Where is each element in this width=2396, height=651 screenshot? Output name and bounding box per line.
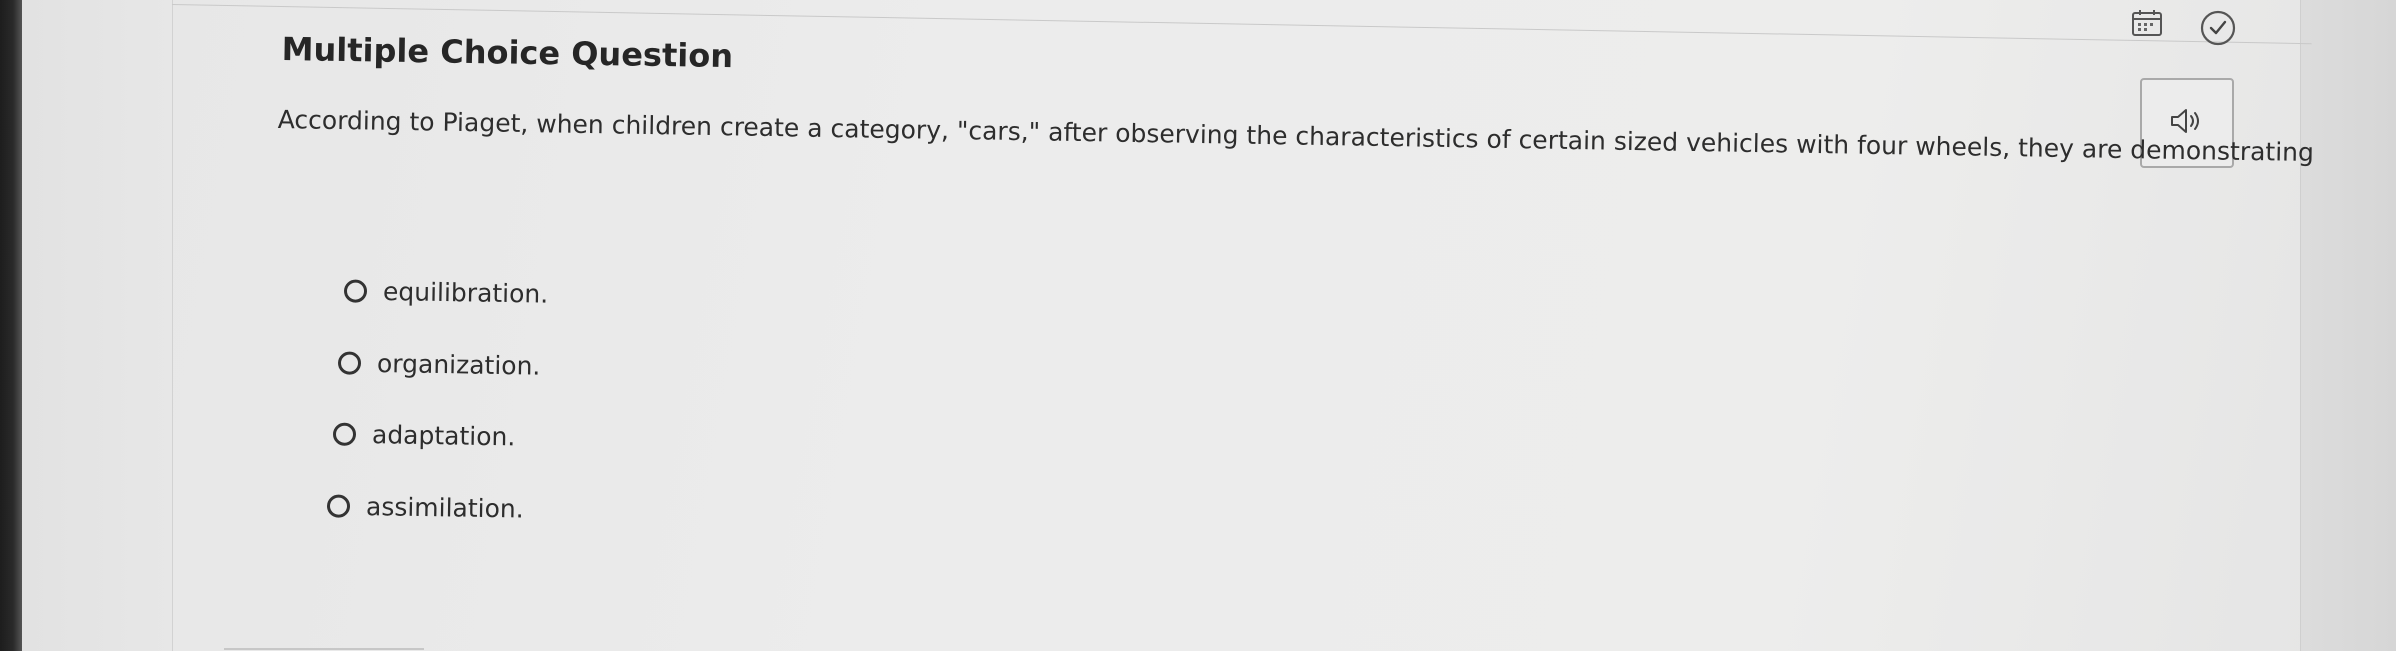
calendar-icon[interactable] [2127,6,2167,40]
question-type-title: Multiple Choice Question [281,30,734,76]
question-prompt: According to Piaget, when children creat… [277,105,2315,168]
radio-button[interactable] [332,422,357,446]
option-label: organization. [376,349,541,381]
footer-divider [224,648,424,650]
option-label: assimilation. [365,492,524,524]
option-label: equilibration. [382,277,549,309]
radio-button[interactable] [337,351,362,375]
option-equilibration[interactable]: equilibration. [343,276,549,309]
question-panel: Multiple Choice Question According to Pi… [171,0,2314,651]
option-organization[interactable]: organization. [337,348,541,381]
radio-button[interactable] [343,279,368,303]
radio-button[interactable] [326,494,351,518]
clock-check-icon[interactable] [2197,6,2239,48]
right-panel [2300,0,2396,651]
screen: Multiple Choice Question According to Pi… [0,0,2396,651]
option-adaptation[interactable]: adaptation. [332,420,516,452]
left-panel [22,0,173,651]
option-label: adaptation. [371,420,516,452]
option-assimilation[interactable]: assimilation. [326,491,524,524]
monitor-bezel [0,0,22,651]
